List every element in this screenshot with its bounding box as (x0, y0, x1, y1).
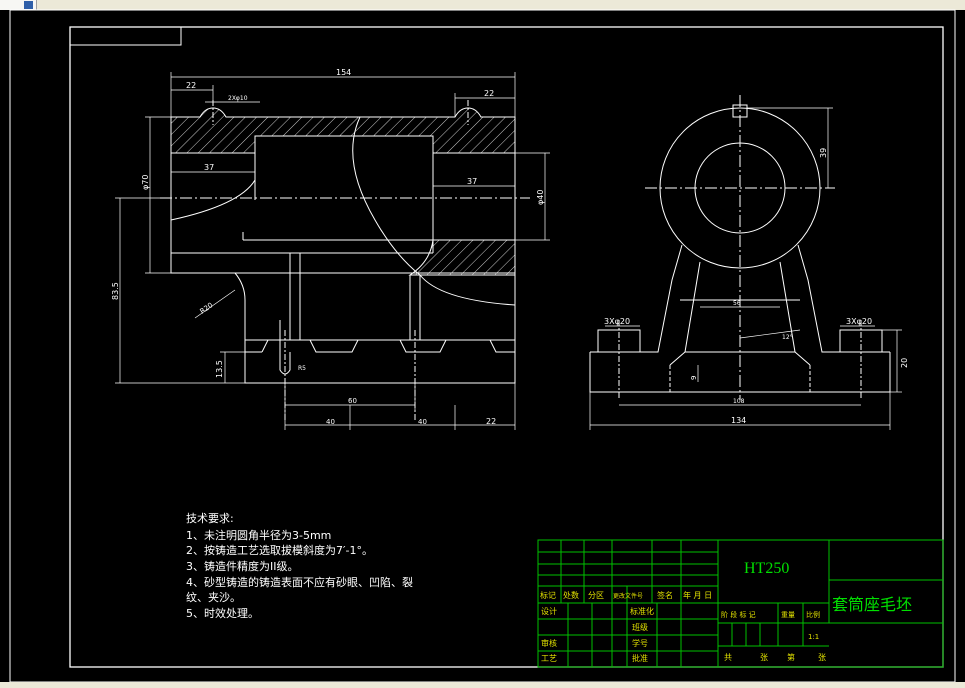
dim-inner-dia: φ40 (536, 190, 545, 205)
dim-base-h: 20 (900, 358, 909, 368)
lbl-process: 工艺 (541, 654, 557, 663)
sheet-index: 第 (787, 652, 795, 662)
dim-outer-dia: φ70 (141, 175, 150, 190)
top-wall-section (170, 107, 516, 154)
dim-hole-left: 3Xφ20 (604, 317, 630, 326)
sheet-total: 共 (724, 653, 732, 662)
front-view (115, 72, 550, 430)
dim-overall-length: 154 (336, 68, 351, 77)
tech-line-1: 1、未注明圆角半径为3-5mm (186, 528, 331, 542)
lbl-standard: 标准化 (630, 606, 654, 616)
material-label: HT250 (744, 560, 789, 577)
hdr-change-doc: 更改文件号 (613, 592, 643, 600)
hdr-sign: 签名 (657, 590, 673, 600)
lbl-student-id: 学号 (632, 638, 648, 648)
dim-base-thick: 13.5 (215, 360, 224, 378)
dim-slot-r: R5 (298, 365, 306, 372)
dim-bottom-c: 22 (486, 417, 496, 426)
drawing-canvas[interactable]: 154 22 2Xφ10 22 37 37 φ70 φ40 83.5 R20 1… (0, 0, 965, 688)
dim-left-hole: 2Xφ10 (228, 95, 248, 102)
sheet-unit-1: 张 (760, 653, 768, 662)
cad-drawing-window: 154 22 2Xφ10 22 37 37 φ70 φ40 83.5 R20 1… (0, 0, 965, 688)
corner-code-box (69, 26, 182, 46)
window-bottom-bar (0, 682, 965, 688)
dim-slot-span: 60 (348, 397, 357, 405)
dim-total-width: 134 (731, 416, 746, 425)
tech-line-2: 2、按铸造工艺选取拔模斜度为7′-1°。 (186, 543, 373, 557)
hdr-zone: 分区 (588, 591, 604, 600)
dim-rib-gap: 9 (690, 376, 698, 380)
dim-right-boss: 22 (484, 89, 494, 98)
outer-border (9, 9, 956, 683)
lbl-weight: 重量 (781, 611, 795, 619)
dim-angle: 12° (782, 334, 793, 341)
lbl-approve: 批准 (632, 653, 648, 663)
dim-height: 83.5 (111, 282, 120, 300)
lbl-scale: 比例 (806, 610, 820, 619)
lbl-stage: 阶 段 标 记 (721, 610, 756, 619)
dim-bottom-b: 40 (418, 418, 427, 426)
side-dimension-labels: 39 3Xφ20 3Xφ20 56 12° 9 20 108 134 (604, 148, 909, 425)
tech-line-5: 纹、夹沙。 (186, 590, 241, 604)
dim-left-boss: 22 (186, 81, 196, 90)
part-name: 套筒座毛坯 (832, 595, 912, 614)
scale-value: 1:1 (808, 633, 819, 641)
dim-fillet: R20 (199, 301, 215, 315)
dim-bore-left: 37 (204, 163, 214, 172)
dim-top: 39 (819, 148, 828, 158)
technical-requirements: 技术要求: 1、未注明圆角半径为3-5mm 2、按铸造工艺选取拔模斜度为7′-1… (186, 512, 413, 620)
lbl-review: 审核 (541, 638, 557, 648)
hdr-mark: 标记 (540, 590, 556, 600)
bottom-right-wall-section (408, 239, 516, 276)
tech-line-6: 5、时效处理。 (186, 606, 259, 620)
sheet-unit-2: 张 (818, 653, 826, 662)
dim-rib-width: 56 (733, 300, 741, 307)
tech-title: 技术要求: (186, 512, 234, 525)
lbl-design: 设计 (541, 606, 557, 616)
dim-bore-right: 37 (467, 177, 477, 186)
hdr-date: 年 月 日 (683, 590, 712, 600)
side-dimensions (589, 107, 902, 430)
dim-bottom-a: 40 (326, 418, 335, 426)
dim-hole-right: 3Xφ20 (846, 317, 872, 326)
hdr-count: 处数 (563, 590, 579, 600)
tech-line-4: 4、砂型铸造的铸造表面不应有砂眼、凹陷、裂 (186, 575, 413, 589)
dim-inner-span: 108 (733, 398, 745, 405)
side-view (589, 95, 902, 430)
lbl-class: 班级 (632, 622, 648, 632)
tech-line-3: 3、铸造件精度为II级。 (186, 559, 299, 573)
